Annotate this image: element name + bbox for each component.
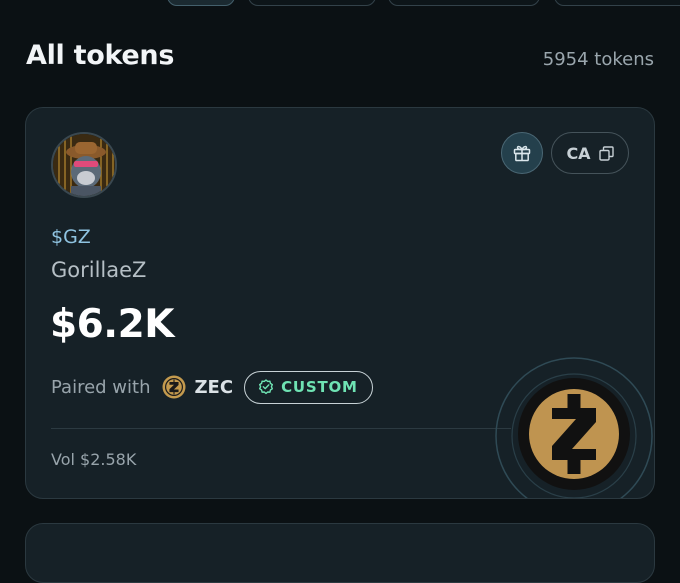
token-volume: Vol $2.58K — [51, 450, 137, 469]
check-badge-icon — [259, 379, 274, 395]
paired-row: Paired with ZEC CUSTOM — [51, 370, 373, 404]
token-card-next[interactable] — [25, 523, 655, 583]
custom-badge: CUSTOM — [244, 370, 373, 404]
paired-label: Paired with — [51, 376, 151, 398]
token-count: 5954 tokens — [542, 49, 654, 70]
token-name: GorillaeZ — [51, 258, 147, 282]
filter-pill-1[interactable] — [167, 0, 235, 6]
card-divider — [51, 428, 511, 429]
filter-pill-3[interactable] — [388, 0, 540, 6]
ca-label: CA — [566, 143, 591, 163]
filter-pill-2[interactable] — [248, 0, 376, 6]
custom-badge-label: CUSTOM — [281, 378, 358, 396]
zec-coin-icon — [162, 375, 185, 399]
gift-icon — [513, 145, 531, 162]
paired-symbol: ZEC — [194, 376, 234, 398]
filter-pill-4[interactable] — [554, 0, 680, 6]
copy-contract-button[interactable]: CA — [551, 132, 629, 174]
token-card[interactable]: CA $GZ GorillaeZ $6.2K Paired with ZEC C… — [25, 107, 655, 499]
zec-watermark-icon — [495, 357, 653, 498]
token-price: $6.2K — [50, 302, 174, 347]
token-ticker: $GZ — [51, 226, 91, 248]
copy-icon — [598, 145, 614, 161]
token-avatar — [51, 132, 117, 198]
section-title: All tokens — [26, 40, 175, 71]
gift-button[interactable] — [501, 132, 543, 174]
